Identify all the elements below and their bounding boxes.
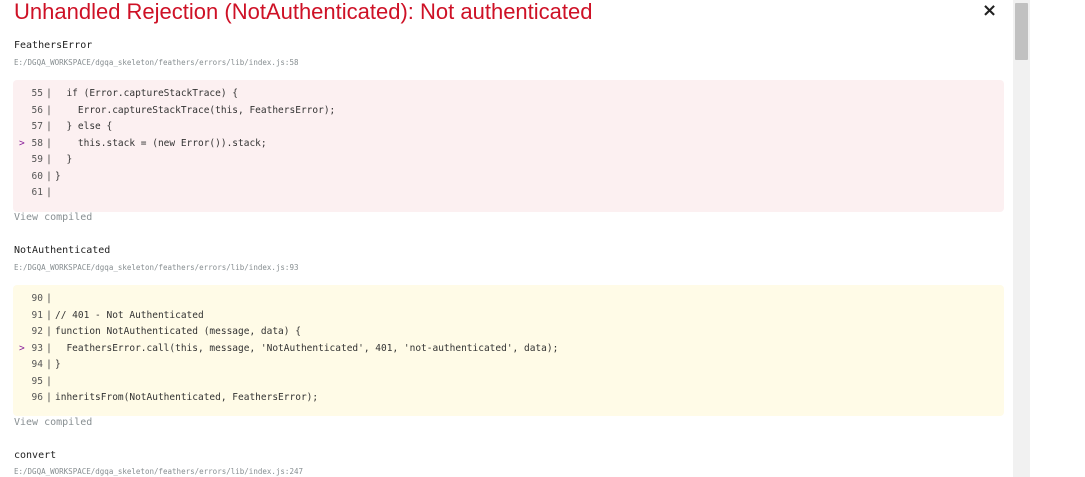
code-text: } [55,170,61,182]
gutter-divider: | [46,170,52,182]
gutter-divider: | [46,342,52,354]
frame-function-name: FeathersError [14,40,93,51]
line-number: 94 [31,359,43,370]
line-number: 92 [31,326,43,337]
close-icon[interactable]: × [982,0,997,21]
line-number: 55 [31,88,43,99]
code-line: 59 | } [13,152,1004,169]
gutter-divider: | [46,392,52,403]
code-line: 94 |} [13,357,1004,374]
code-line: 96 | inheritsFrom(NotAuthenticated, Feathe… [13,390,1004,407]
current-line-marker: > [19,137,25,149]
frame-file-path: E:/DGQA_WORKSPACE/dgqa_skeleton/feathers… [14,263,299,272]
gutter-divider: | [46,359,52,370]
gutter-divider: | [46,154,52,165]
line-number: 95 [31,375,43,387]
frame-function-name: NotAuthenticated [14,245,111,256]
line-number: 59 [31,154,43,165]
current-line-marker: > [19,342,25,354]
code-line: 90 | [13,291,1004,308]
code-line: 95 | [13,374,1004,391]
code-text: } [55,154,73,165]
code-text: Error.captureStackTrace(this, FeathersEr… [55,104,336,116]
error-title: Unhandled Rejection (NotAuthenticated): … [14,0,593,24]
scrollbar[interactable] [1013,0,1030,477]
gutter-divider: | [46,309,52,321]
view-compiled-link[interactable]: View compiled [14,212,92,223]
line-number: 60 [31,170,43,182]
gutter-divider: | [46,121,52,132]
gutter-divider: | [46,104,52,116]
code-text: function NotAuthenticated (message, data… [55,326,301,337]
code-text: if (Error.captureStackTrace) { [55,88,239,99]
code-line: 91 |// 401 - Not Authenticated [13,308,1004,325]
code-snippet: 90 | 91 |// 401 - Not Authenticated 92 | funct… [13,285,1004,416]
code-line: 61 | [13,185,1004,202]
line-number: 91 [31,309,43,321]
frame-file-path: E:/DGQA_WORKSPACE/dgqa_skeleton/feathers… [14,58,299,67]
line-number: 58 [31,137,43,149]
frame-function-name: convert [14,450,57,461]
code-line: >58 | this.stack = (new Error()).stack; [13,136,1004,153]
line-number: 56 [31,104,43,116]
code-line: 60 |} [13,169,1004,186]
code-line: 57 | } else { [13,119,1004,136]
frame-file-path: E:/DGQA_WORKSPACE/dgqa_skeleton/feathers… [14,467,303,476]
code-text: FeathersError.call(this, message, 'NotAu… [55,342,559,354]
code-snippet: 55 | if (Error.captureStackTrace) {56 | Er… [13,80,1004,212]
code-line: 56 | Error.captureStackTrace(this, Feathe… [13,103,1004,120]
code-line: >93 | FeathersError.call(this, message, '… [13,341,1004,358]
gutter-divider: | [46,187,52,198]
code-text: // 401 - Not Authenticated [55,309,204,321]
code-text: } [55,359,61,370]
gutter-divider: | [46,88,52,99]
view-compiled-link[interactable]: View compiled [14,417,92,428]
line-number: 93 [31,342,43,354]
line-number: 96 [31,392,43,403]
line-number: 90 [31,293,43,304]
gutter-divider: | [46,293,52,304]
scrollbar-thumb[interactable] [1015,3,1028,60]
gutter-divider: | [46,326,52,337]
code-text: this.stack = (new Error()).stack; [55,137,267,149]
code-line: 92 | function NotAuthenticated (message, d… [13,324,1004,341]
line-number: 61 [31,187,43,198]
code-text: inheritsFrom(NotAuthenticated, FeathersE… [55,392,319,403]
code-text: } else { [55,121,113,132]
line-number: 57 [31,121,43,132]
gutter-divider: | [46,375,52,387]
gutter-divider: | [46,137,52,149]
code-line: 55 | if (Error.captureStackTrace) { [13,86,1004,103]
